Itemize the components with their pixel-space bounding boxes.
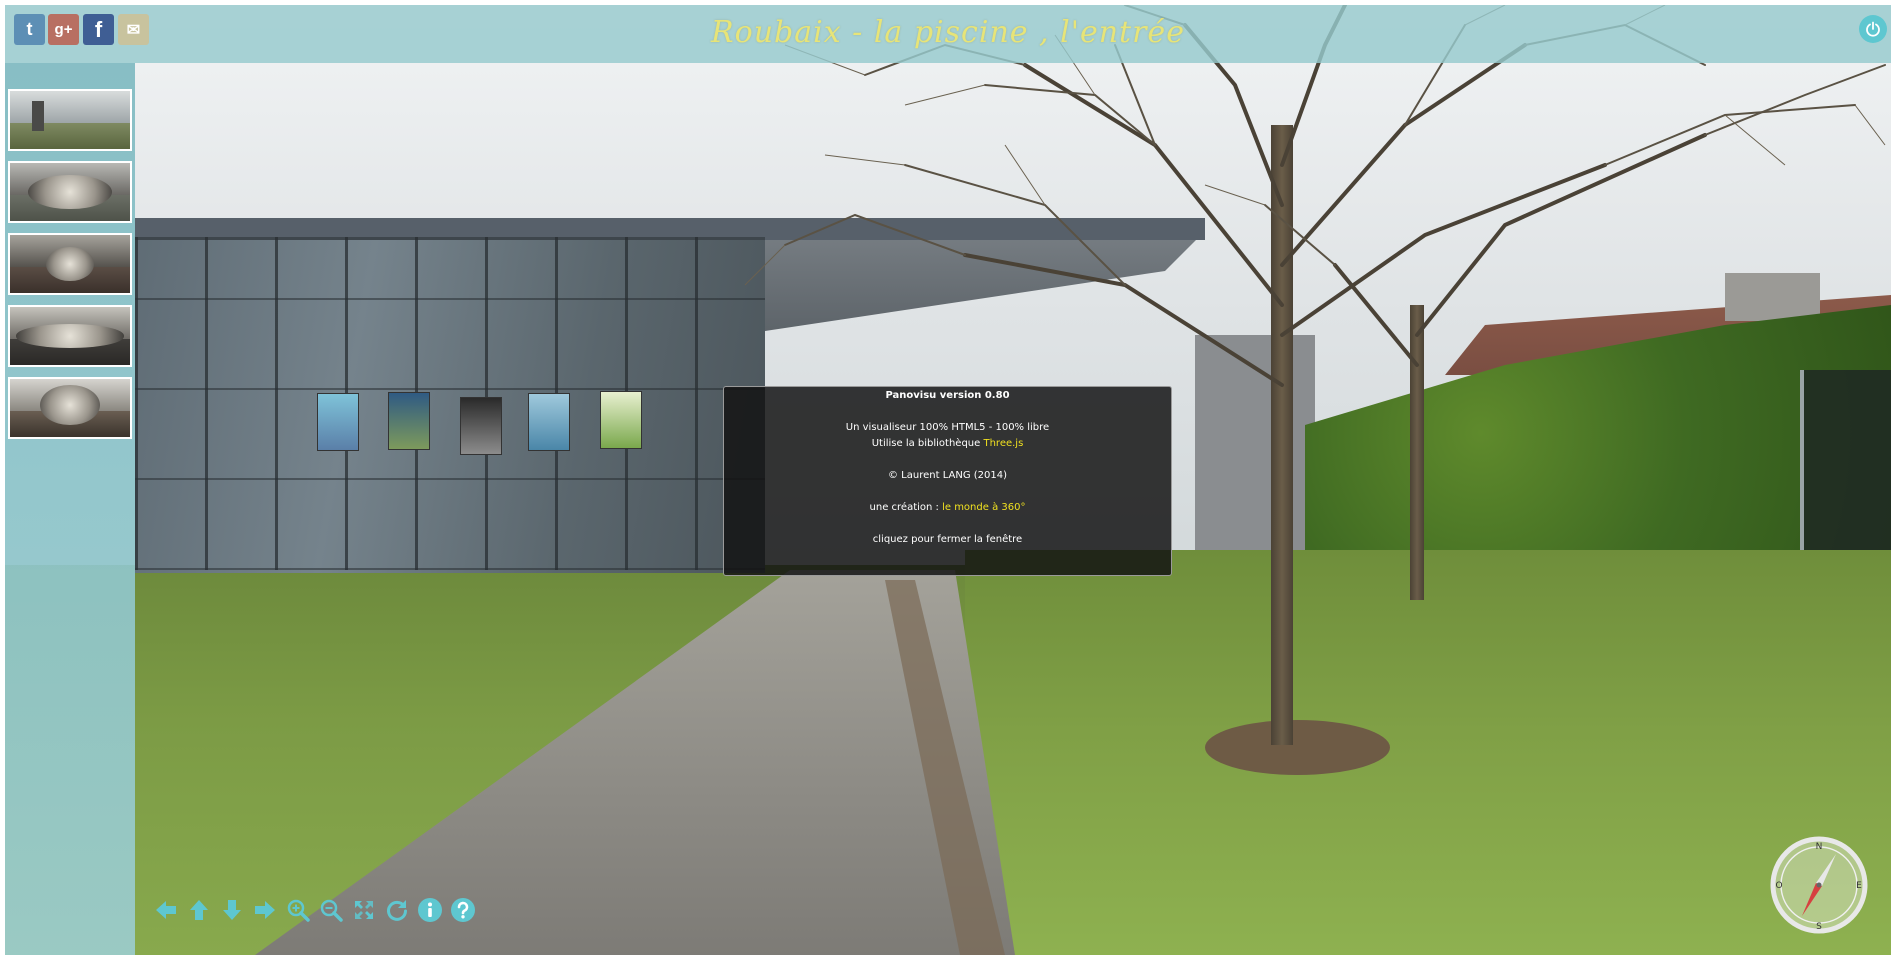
popup-heading: Panovisu version 0.80: [885, 390, 1010, 401]
panorama-title: Roubaix - la piscine , l'entrée: [711, 15, 1185, 50]
compass-icon: N E S O: [1770, 836, 1868, 934]
zoom-out-button[interactable]: [318, 897, 344, 923]
popup-creation-label: une création :: [869, 502, 943, 513]
power-button[interactable]: [1859, 15, 1887, 43]
pan-right-button[interactable]: [252, 897, 278, 923]
help-icon: [451, 898, 475, 922]
zoom-out-icon: [320, 899, 343, 922]
popup-copyright: © Laurent LANG (2014): [888, 470, 1007, 481]
title-bar: t g+ f ✉ Roubaix - la piscine , l'entrée: [5, 5, 1891, 63]
thumbnail-dome: [40, 384, 100, 426]
thumbnail-dome: [28, 174, 112, 210]
compass-north: N: [1816, 842, 1823, 852]
thumbnail-pano-3[interactable]: [8, 233, 132, 295]
popup-library-line: Utilise la bibliothèque Three.js: [724, 438, 1171, 449]
arrow-left-icon: [156, 901, 176, 919]
pan-left-button[interactable]: [153, 897, 179, 923]
auto-rotate-button[interactable]: [384, 897, 410, 923]
pan-up-button[interactable]: [186, 897, 212, 923]
compass-east: E: [1856, 881, 1862, 891]
thumbnail-ground: [10, 122, 130, 149]
popup-library-label: Utilise la bibliothèque: [871, 438, 984, 449]
power-icon: [1866, 21, 1880, 37]
thumbnail-tower: [32, 101, 44, 131]
thumbnail-pano-2[interactable]: [8, 161, 132, 223]
compass[interactable]: N E S O: [1770, 836, 1868, 934]
popup-close-hint: cliquez pour fermer la fenêtre: [872, 534, 1023, 545]
fullscreen-button[interactable]: [351, 897, 377, 923]
zoom-in-icon: [287, 899, 310, 922]
thumbnail-sidebar: [5, 63, 135, 955]
rotate-icon: [387, 900, 407, 921]
popup-description: Un visualiseur 100% HTML5 - 100% libre: [845, 422, 1050, 433]
thumbnail-dome: [16, 324, 124, 348]
arrow-right-icon: [255, 901, 275, 919]
compass-west: O: [1775, 881, 1782, 891]
thumbnail-pano-1[interactable]: [8, 89, 132, 151]
thumbnail-pano-4[interactable]: [8, 305, 132, 367]
thumbnail-dome: [46, 246, 94, 282]
le-monde-a-360-link[interactable]: le monde à 360°: [942, 502, 1025, 513]
panorama-viewer[interactable]: t g+ f ✉ Roubaix - la piscine , l'entrée: [5, 5, 1891, 955]
compass-south: S: [1816, 922, 1822, 932]
thumbnail-sky: [10, 91, 130, 123]
popup-creation-line: une création : le monde à 360°: [724, 502, 1171, 513]
help-button[interactable]: [450, 897, 476, 923]
fullscreen-icon: [355, 901, 373, 919]
zoom-in-button[interactable]: [285, 897, 311, 923]
info-icon: [418, 898, 442, 922]
pan-down-button[interactable]: [219, 897, 245, 923]
threejs-link[interactable]: Three.js: [983, 438, 1023, 449]
arrow-up-icon: [190, 900, 208, 920]
arrow-down-icon: [223, 900, 241, 920]
info-button[interactable]: [417, 897, 443, 923]
info-popup[interactable]: Panovisu version 0.80 Un visualiseur 100…: [723, 386, 1172, 576]
thumbnail-pano-5[interactable]: [8, 377, 132, 439]
